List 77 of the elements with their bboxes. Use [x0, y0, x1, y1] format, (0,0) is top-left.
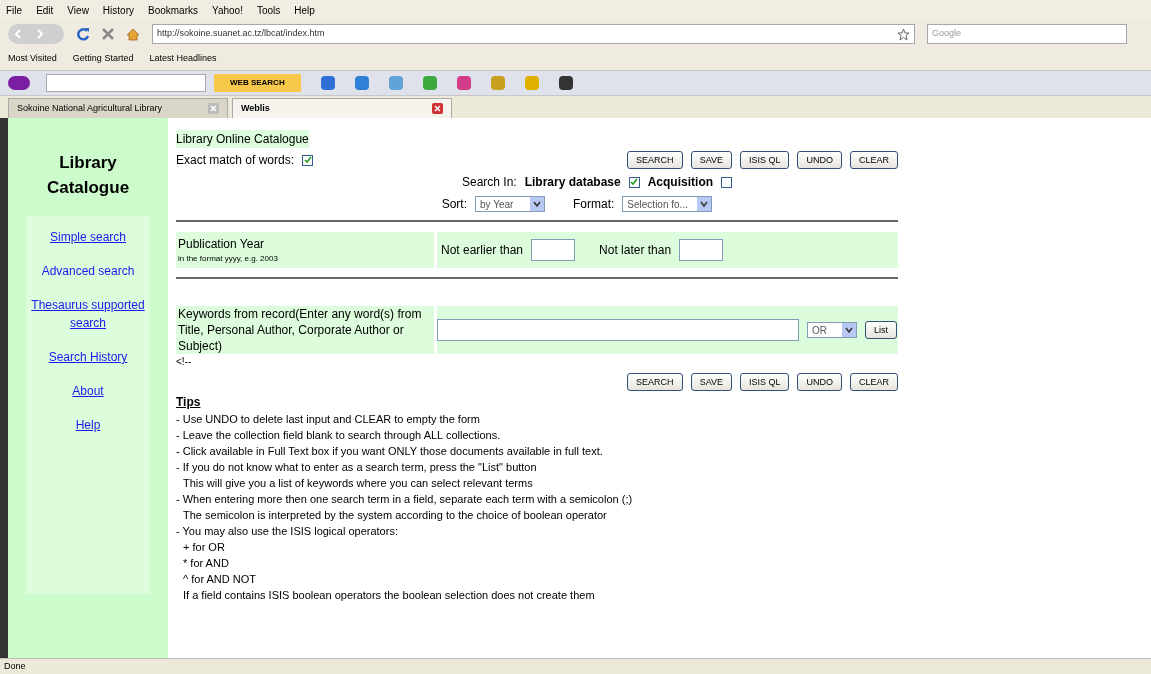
- sort-select[interactable]: by Year: [475, 196, 545, 212]
- checkbox[interactable]: [628, 176, 640, 188]
- operator-select[interactable]: OR: [807, 322, 857, 338]
- tip-line: If a field contains ISIS boolean operators the boolean selection does not create them: [182, 588, 595, 603]
- menu-item[interactable]: History: [102, 2, 134, 18]
- sidebar-link[interactable]: Help: [30, 416, 146, 434]
- menu-item[interactable]: File: [6, 2, 23, 18]
- home-icon[interactable]: [126, 27, 140, 41]
- reload-icon[interactable]: [76, 27, 90, 41]
- form-button[interactable]: ISIS QL: [739, 373, 790, 391]
- sort-label: Sort:: [441, 196, 467, 213]
- keywords-field[interactable]: [437, 319, 799, 341]
- menu-item[interactable]: Help: [294, 2, 315, 18]
- list-button[interactable]: List: [865, 321, 897, 339]
- sidebar-link[interactable]: About: [30, 382, 146, 400]
- search-in-label: Search In:: [461, 174, 517, 191]
- format-label: Format:: [573, 196, 615, 213]
- to-label: Not later than: [599, 242, 672, 259]
- checkbox[interactable]: [302, 154, 314, 166]
- tip-line: - You may also use the ISIS logical operators:: [176, 524, 398, 539]
- star-icon[interactable]: [897, 27, 910, 41]
- form-button[interactable]: UNDO: [797, 373, 842, 391]
- collection-label: Library database: [524, 174, 621, 191]
- tips-heading: Tips: [176, 394, 201, 411]
- comment-text: <!--: [176, 355, 192, 369]
- tip-line: - Click available in Full Text box if you want ONLY those documents available in full text.: [176, 444, 603, 459]
- close-icon[interactable]: [432, 103, 443, 114]
- tip-line: - If you do not know what to enter as a search term, press the "List" button: [176, 460, 537, 475]
- menu-item[interactable]: Yahoo!: [212, 2, 243, 18]
- form-button[interactable]: SEARCH: [627, 151, 683, 169]
- menu-item[interactable]: Edit: [36, 2, 54, 18]
- form-button[interactable]: CLEAR: [850, 373, 898, 391]
- tip-line: The semicolon is interpreted by the system according to the choice of boolean operator: [182, 508, 607, 523]
- menu-item[interactable]: Tools: [256, 2, 281, 18]
- sidebar-link[interactable]: Thesaurus supported search: [30, 296, 146, 332]
- address-field[interactable]: http://sokoine.suanet.ac.tz/lbcat/index.htm: [152, 24, 915, 44]
- logo-icon: [8, 76, 30, 90]
- page-heading: Library Online Catalogue: [176, 130, 309, 148]
- tip-line: * for AND: [182, 556, 229, 571]
- form-button[interactable]: SAVE: [690, 151, 732, 169]
- browser-tab[interactable]: Weblis: [232, 98, 452, 118]
- form-button[interactable]: ISIS QL: [739, 151, 790, 169]
- year-from-field[interactable]: [531, 239, 576, 261]
- year-to-field[interactable]: [679, 239, 724, 261]
- toolbar-app-icon[interactable]: [558, 76, 573, 90]
- keywords-label: Keywords from record(Enter any word(s) from Title, Personal Author, Corporate Author or Subject): [178, 306, 423, 354]
- bookmark-link[interactable]: Latest Headlines: [149, 52, 217, 66]
- stop-icon[interactable]: [102, 28, 114, 40]
- tip-line: + for OR: [182, 540, 225, 555]
- from-label: Not earlier than: [441, 242, 524, 259]
- sidebar-link[interactable]: Simple search: [30, 228, 146, 246]
- field-hint: in the format yyyy, e.g. 2003: [178, 253, 279, 265]
- menu-item[interactable]: Bookmarks: [148, 2, 198, 18]
- tip-line: - When entering more then one search term in a field, separate each term with a semicolon (;): [176, 492, 633, 507]
- web-search-button[interactable]: WEB SEARCH: [214, 74, 301, 92]
- sidebar-title: Library Catalogue: [45, 152, 131, 199]
- sidebar-link[interactable]: Advanced search: [30, 262, 146, 280]
- tip-line: This will give you a list of keywords where you can select relevant terms: [182, 476, 533, 491]
- browser-tab[interactable]: Sokoine National Agricultural Library: [8, 98, 228, 118]
- tip-line: - Leave the collection field blank to search through ALL collections.: [176, 428, 501, 443]
- form-button[interactable]: SAVE: [690, 373, 732, 391]
- exact-match-label: Exact match of words:: [176, 152, 295, 169]
- toolbar-search-field[interactable]: [46, 74, 206, 92]
- form-button[interactable]: UNDO: [797, 151, 842, 169]
- checkbox[interactable]: [721, 176, 733, 188]
- sidebar-link[interactable]: Search History: [30, 348, 146, 366]
- bookmark-link[interactable]: Getting Started: [72, 52, 134, 66]
- menu-item[interactable]: View: [67, 2, 89, 18]
- form-button[interactable]: CLEAR: [850, 151, 898, 169]
- status-text: Done: [4, 659, 26, 673]
- format-select[interactable]: Selection fo...: [622, 196, 713, 212]
- form-button[interactable]: SEARCH: [627, 373, 683, 391]
- tip-line: - Use UNDO to delete last input and CLEAR to empty the form: [176, 412, 480, 427]
- tip-line: ^ for AND NOT: [182, 572, 256, 587]
- collection-label: Acquisition: [647, 174, 714, 191]
- field-label: Publication Year: [178, 236, 266, 253]
- bookmark-link[interactable]: Most Visited: [8, 52, 57, 66]
